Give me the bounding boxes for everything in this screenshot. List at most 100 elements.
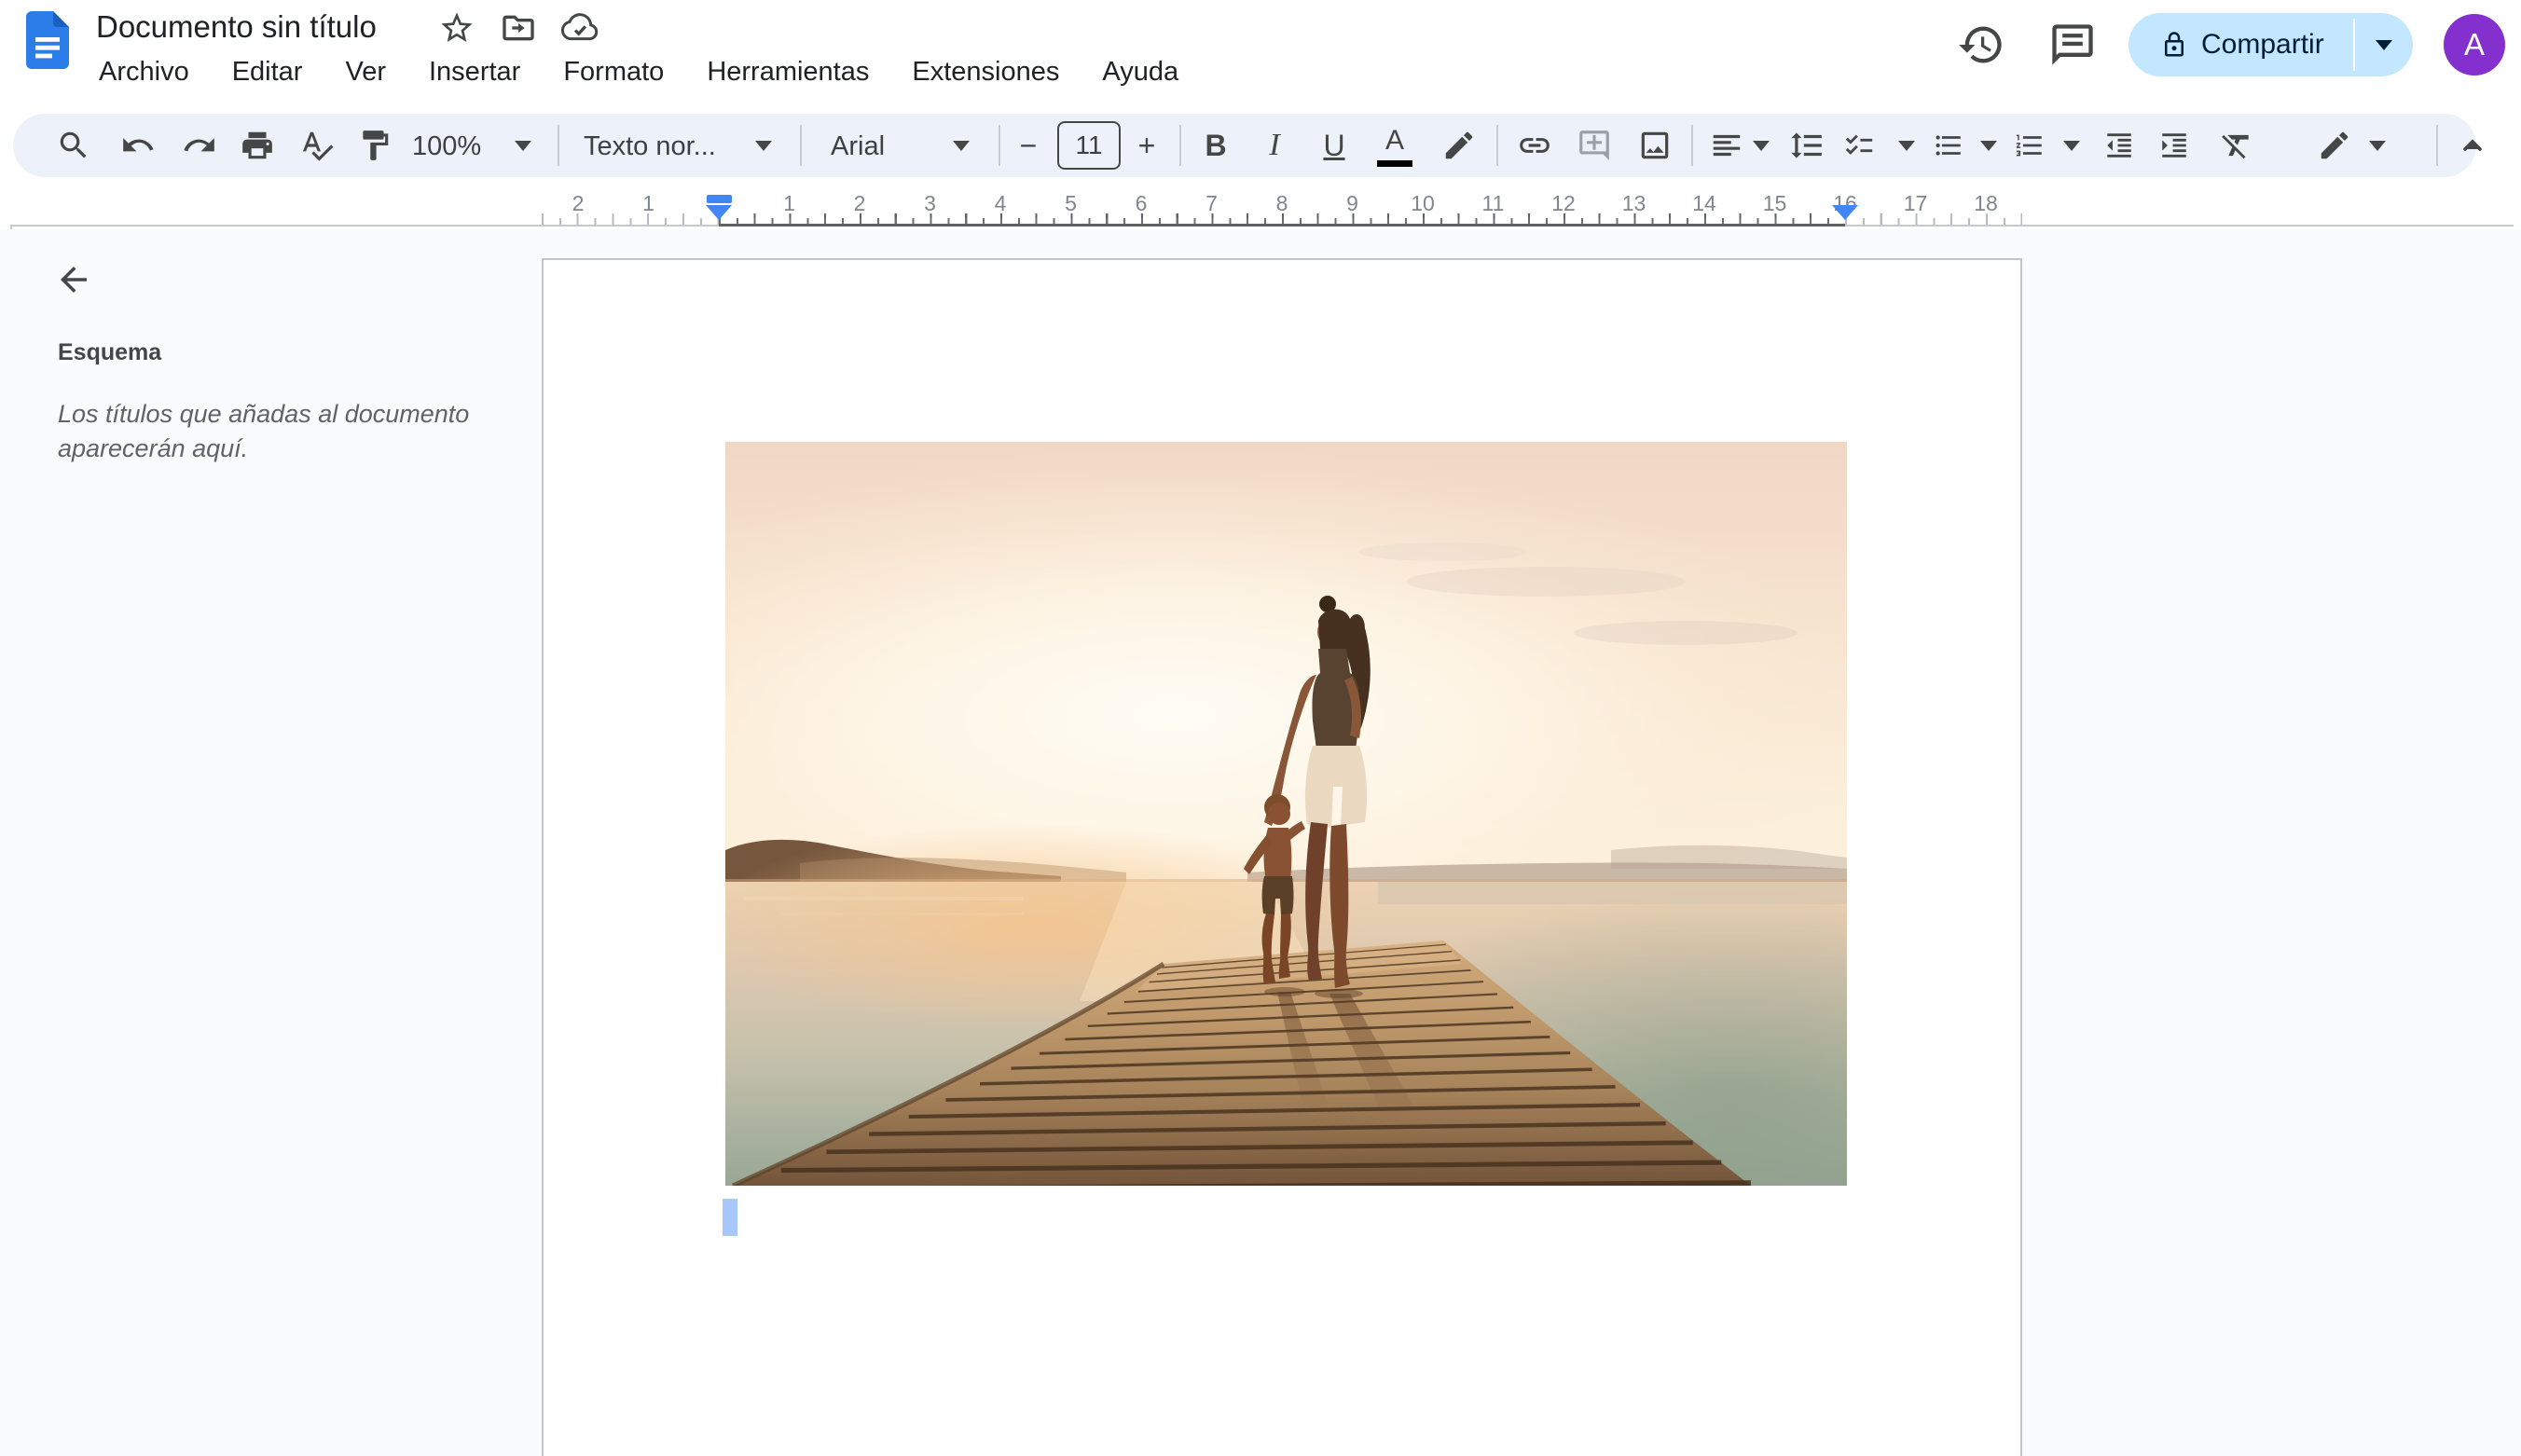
menu-insertar[interactable]: Insertar <box>423 54 526 90</box>
paint-format-icon[interactable] <box>354 125 395 166</box>
close-outline-button[interactable] <box>54 260 93 299</box>
insert-image-icon[interactable] <box>1634 125 1675 166</box>
ruler-number: 12 <box>1536 191 1591 216</box>
style-dropdown-icon[interactable] <box>755 141 772 151</box>
indent-icon[interactable] <box>2154 125 2195 166</box>
divider <box>999 125 1000 166</box>
checklist-dropdown-icon[interactable] <box>1898 141 1915 151</box>
document-title[interactable]: Documento sin título <box>96 9 377 45</box>
ruler-number: 11 <box>1466 191 1522 216</box>
paragraph-style-value[interactable]: Texto nor... <box>584 131 716 162</box>
divider <box>558 125 559 166</box>
outdent-icon[interactable] <box>2099 125 2140 166</box>
text-color-bar <box>1377 160 1412 167</box>
font-dropdown-icon[interactable] <box>953 141 970 151</box>
bullet-list-icon[interactable] <box>1928 125 1969 166</box>
decrease-font-size-button[interactable]: − <box>1008 123 1049 168</box>
font-size-input[interactable]: 11 <box>1057 121 1121 170</box>
bold-button[interactable]: B <box>1195 123 1236 168</box>
menu-extensiones[interactable]: Extensiones <box>906 54 1065 90</box>
ruler-number: 15 <box>1747 191 1803 216</box>
right-indent-marker[interactable] <box>1832 205 1858 220</box>
menu-editar[interactable]: Editar <box>227 54 309 90</box>
menu-archivo[interactable]: Archivo <box>93 54 195 90</box>
zoom-value[interactable]: 100% <box>412 131 481 162</box>
ruler-number: 3 <box>902 191 958 216</box>
menu-ayuda[interactable]: Ayuda <box>1096 54 1184 90</box>
ruler-number: 8 <box>1254 191 1310 216</box>
chevron-down-icon <box>2376 40 2392 50</box>
ruler-number: 9 <box>1325 191 1381 216</box>
document-page[interactable] <box>542 258 2022 1456</box>
ruler-number: 5 <box>1043 191 1099 216</box>
zoom-dropdown-icon[interactable] <box>515 141 531 151</box>
first-line-indent-marker[interactable] <box>707 195 732 203</box>
version-history-icon[interactable] <box>1957 21 2005 69</box>
google-docs-app: Documento sin título Archivo Editar Ver … <box>0 0 2521 1456</box>
collapse-toolbar-icon[interactable] <box>2452 125 2493 166</box>
link-icon[interactable] <box>1514 125 1555 166</box>
italic-button[interactable]: I <box>1254 123 1295 168</box>
text-color-letter: A <box>1372 125 1417 157</box>
ruler-line-right <box>1845 225 2514 227</box>
menu-formato[interactable]: Formato <box>558 54 669 90</box>
mode-dropdown-icon[interactable] <box>2369 141 2386 151</box>
undo-icon[interactable] <box>117 125 158 166</box>
print-icon[interactable] <box>237 125 278 166</box>
divider <box>2436 125 2438 166</box>
text-color-button[interactable]: A <box>1372 123 1417 168</box>
share-dropdown-button[interactable] <box>2355 40 2413 50</box>
divider <box>800 125 802 166</box>
header: Documento sin título Archivo Editar Ver … <box>0 0 2521 112</box>
numbered-list-icon[interactable] <box>2009 125 2050 166</box>
menu-herramientas[interactable]: Herramientas <box>701 54 875 90</box>
ruler-number: 18 <box>1958 191 2014 216</box>
avatar-letter: A <box>2464 27 2485 62</box>
divider <box>1691 125 1693 166</box>
numbered-dropdown-icon[interactable] <box>2063 141 2080 151</box>
outline-empty-message: Los títulos que añadas al documento apar… <box>58 397 496 466</box>
increase-font-size-button[interactable]: + <box>1126 123 1167 168</box>
share-label: Compartir <box>2201 29 2324 61</box>
divider <box>1496 125 1498 166</box>
editing-mode-pen-icon[interactable] <box>2314 125 2355 166</box>
back-arrow-icon <box>54 260 93 299</box>
selection-caret <box>723 1199 737 1236</box>
add-comment-icon[interactable] <box>1574 125 1615 166</box>
align-dropdown-icon[interactable] <box>1753 141 1770 151</box>
underline-button[interactable]: U <box>1314 123 1355 168</box>
star-icon[interactable] <box>438 9 475 47</box>
outline-title: Esquema <box>58 339 161 366</box>
ruler-number: 6 <box>1113 191 1169 216</box>
highlight-icon[interactable] <box>1439 125 1480 166</box>
lock-icon <box>2160 31 2188 59</box>
checklist-icon[interactable] <box>1839 125 1880 166</box>
bullet-dropdown-icon[interactable] <box>1980 141 1997 151</box>
docs-logo-icon[interactable] <box>26 11 69 69</box>
clear-format-icon[interactable] <box>2216 125 2257 166</box>
menu-ver[interactable]: Ver <box>339 54 392 90</box>
align-left-icon[interactable] <box>1706 125 1747 166</box>
ruler-number: 4 <box>972 191 1028 216</box>
move-folder-icon[interactable] <box>500 9 537 47</box>
search-icon[interactable] <box>53 125 94 166</box>
ruler-number: 13 <box>1606 191 1662 216</box>
comments-icon[interactable] <box>2048 21 2097 69</box>
font-value[interactable]: Arial <box>831 131 885 162</box>
ruler-number: 10 <box>1395 191 1451 216</box>
avatar[interactable]: A <box>2444 14 2505 76</box>
redo-icon[interactable] <box>179 125 220 166</box>
spellcheck-icon[interactable] <box>296 125 338 166</box>
inline-photo[interactable] <box>725 442 1847 1186</box>
share-button[interactable]: Compartir <box>2128 13 2413 76</box>
ruler-number: 1 <box>762 191 818 216</box>
menu-bar: Archivo Editar Ver Insertar Formato Herr… <box>93 54 1184 90</box>
line-spacing-icon[interactable] <box>1786 125 1827 166</box>
ruler-number: 1 <box>621 191 677 216</box>
cloud-status-icon[interactable] <box>561 9 599 47</box>
left-indent-marker[interactable] <box>706 205 732 220</box>
ruler-number: 2 <box>550 191 606 216</box>
ruler-line-page <box>719 224 1845 227</box>
ruler-line-left <box>10 225 719 227</box>
ruler-number: 14 <box>1676 191 1732 216</box>
